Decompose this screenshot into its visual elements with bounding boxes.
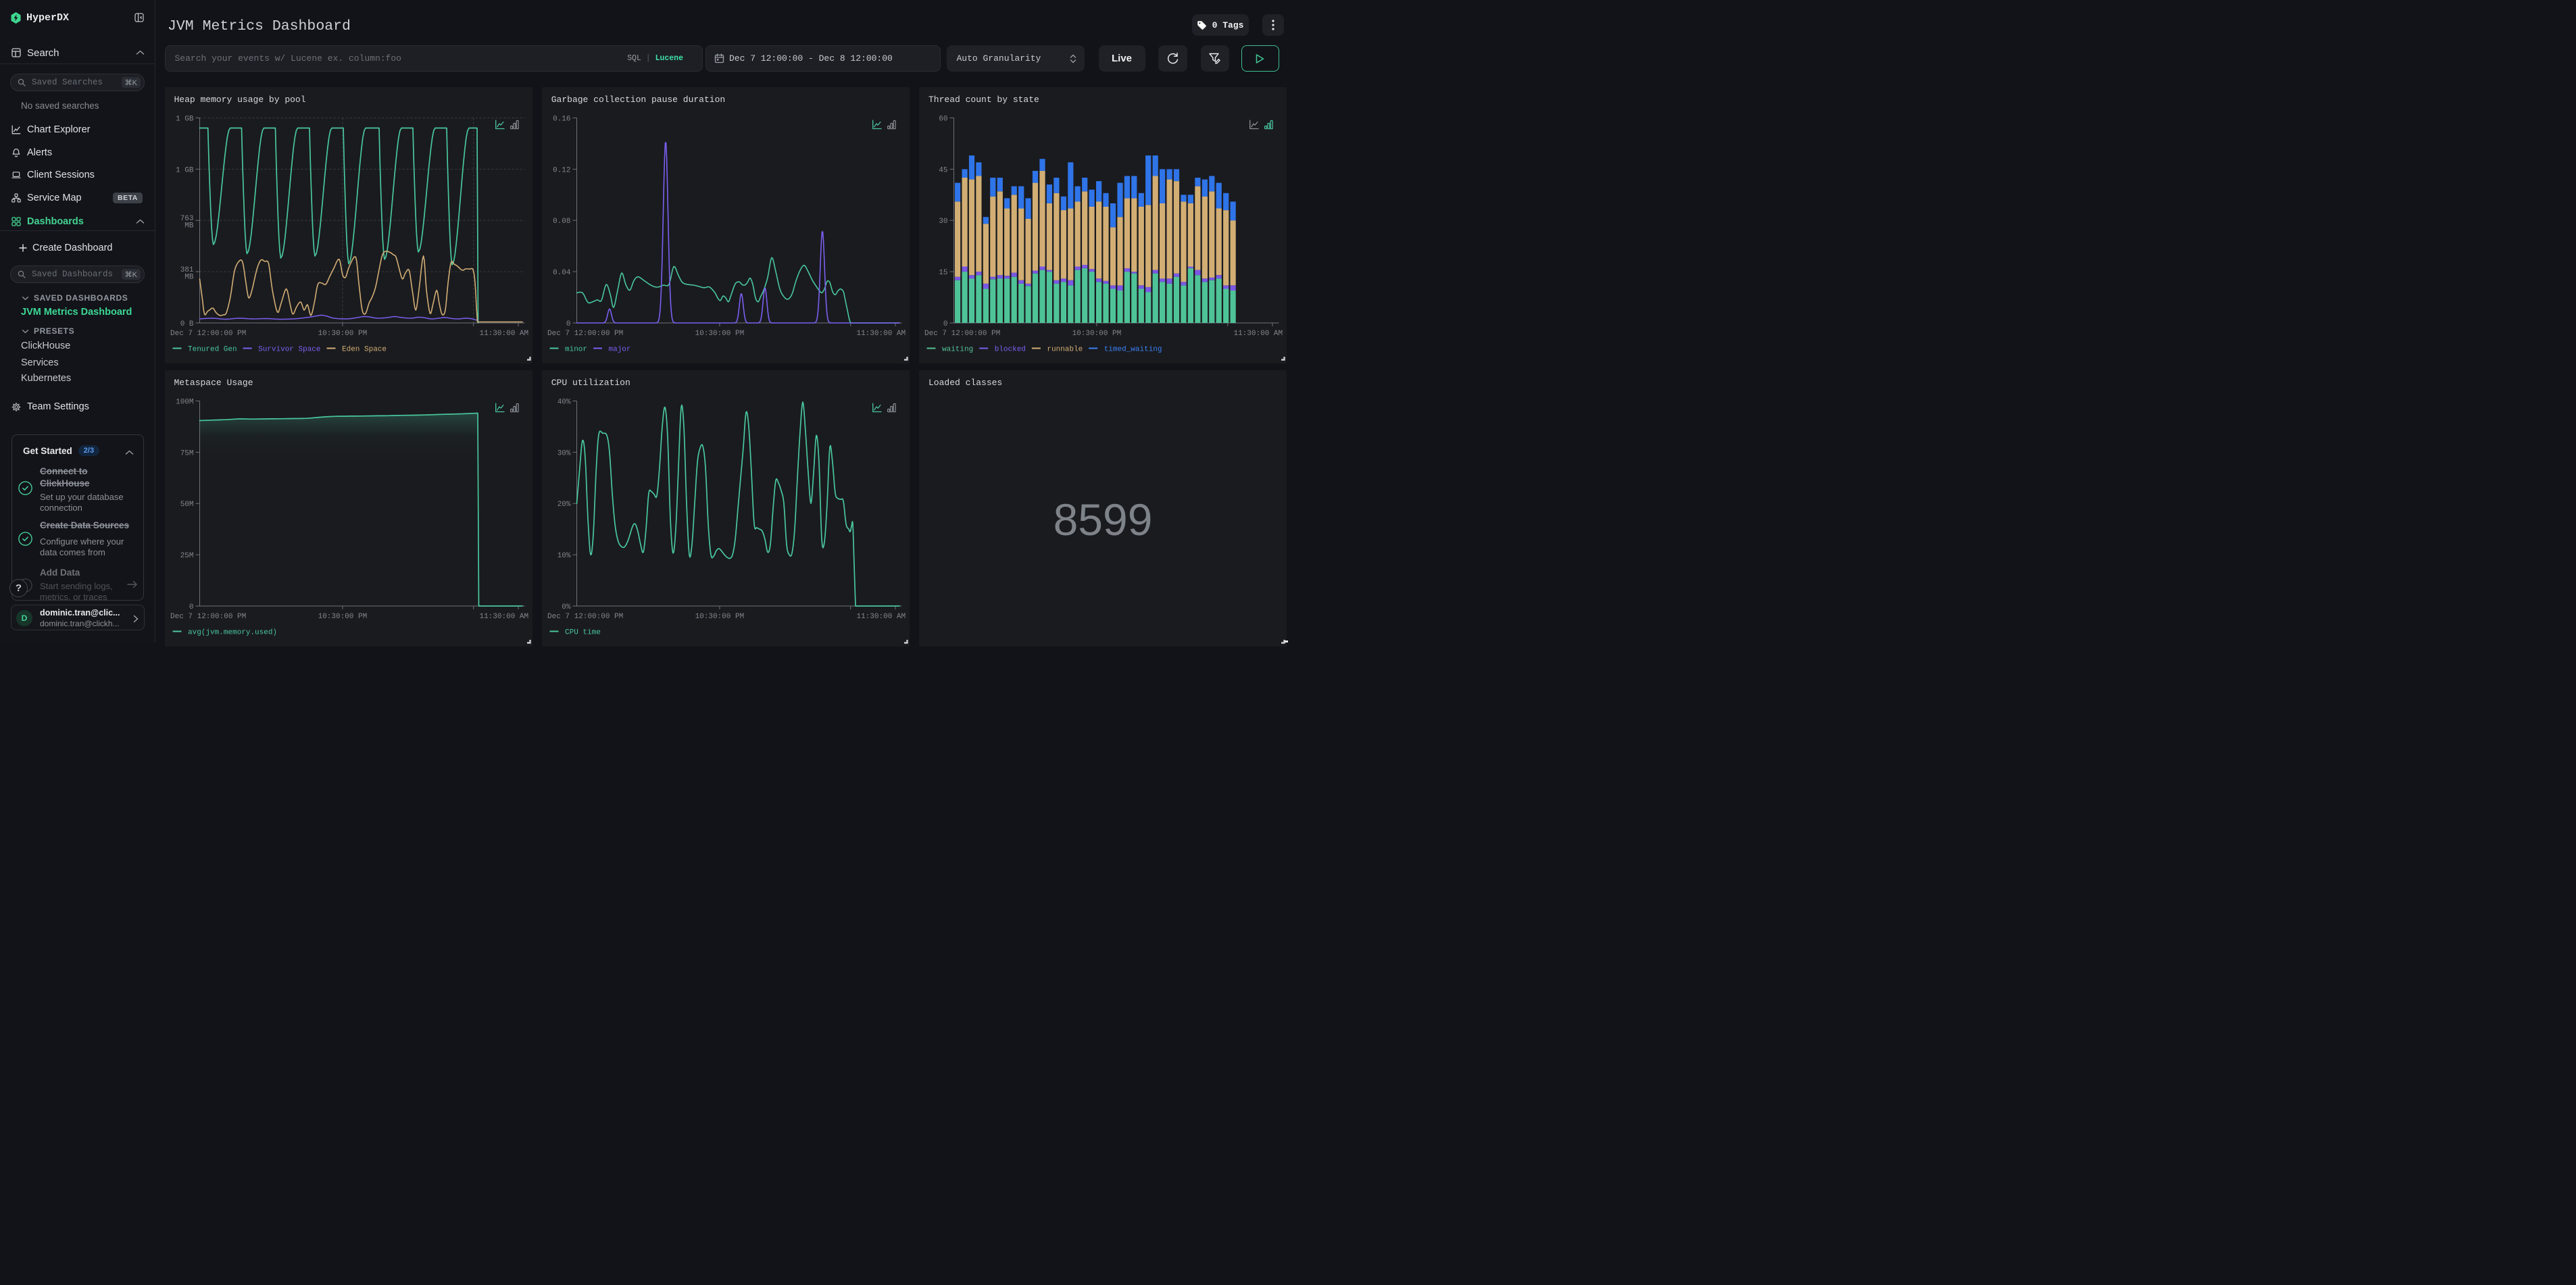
- svg-text:avg(jvm.memory.used): avg(jvm.memory.used): [188, 628, 277, 636]
- svg-text:11:30:00 AM: 11:30:00 AM: [1233, 330, 1283, 338]
- svg-text:10:30:00 PM: 10:30:00 PM: [1072, 330, 1122, 338]
- svg-text:25M: 25M: [180, 552, 193, 560]
- svg-text:runnable: runnable: [1047, 345, 1083, 353]
- svg-text:minor: minor: [565, 345, 587, 353]
- svg-text:blocked: blocked: [995, 345, 1026, 353]
- svg-text:Survivor Space: Survivor Space: [258, 345, 320, 353]
- svg-text:11:30:00 AM: 11:30:00 AM: [479, 330, 528, 338]
- svg-text:major: major: [608, 345, 630, 353]
- svg-text:Dec 7 12:00:00 PM: Dec 7 12:00:00 PM: [170, 330, 246, 338]
- svg-text:MB: MB: [184, 222, 194, 230]
- svg-text:40%: 40%: [557, 398, 570, 406]
- svg-text:75M: 75M: [180, 449, 193, 457]
- svg-text:10:30:00 PM: 10:30:00 PM: [695, 330, 744, 338]
- svg-text:1 GB: 1 GB: [176, 115, 194, 123]
- svg-text:0.12: 0.12: [553, 166, 570, 174]
- svg-text:15: 15: [939, 269, 947, 277]
- svg-text:1 GB: 1 GB: [176, 166, 194, 174]
- svg-text:45: 45: [939, 166, 947, 174]
- svg-text:0: 0: [943, 320, 948, 328]
- svg-text:0: 0: [566, 320, 571, 328]
- svg-text:100M: 100M: [176, 398, 193, 406]
- svg-text:Dec 7 12:00:00 PM: Dec 7 12:00:00 PM: [924, 330, 1000, 338]
- svg-text:MB: MB: [184, 273, 194, 281]
- svg-text:CPU time: CPU time: [565, 628, 601, 636]
- svg-text:waiting: waiting: [942, 345, 973, 353]
- svg-text:50M: 50M: [180, 501, 193, 509]
- svg-text:20%: 20%: [557, 501, 570, 509]
- svg-text:30%: 30%: [557, 449, 570, 457]
- svg-text:60: 60: [939, 115, 947, 123]
- svg-text:Dec 7 12:00:00 PM: Dec 7 12:00:00 PM: [547, 330, 623, 338]
- svg-text:0 B: 0 B: [180, 320, 193, 328]
- svg-text:11:30:00 AM: 11:30:00 AM: [856, 330, 906, 338]
- svg-text:10:30:00 PM: 10:30:00 PM: [318, 330, 367, 338]
- svg-text:11:30:00 AM: 11:30:00 AM: [856, 613, 906, 621]
- svg-text:10:30:00 PM: 10:30:00 PM: [695, 613, 744, 621]
- svg-text:10:30:00 PM: 10:30:00 PM: [318, 613, 367, 621]
- svg-text:Eden Space: Eden Space: [342, 345, 387, 353]
- svg-text:Dec 7 12:00:00 PM: Dec 7 12:00:00 PM: [170, 613, 246, 621]
- svg-text:0.04: 0.04: [553, 269, 571, 277]
- svg-text:0.08: 0.08: [553, 218, 570, 226]
- svg-text:timed_waiting: timed_waiting: [1104, 345, 1162, 353]
- svg-text:30: 30: [939, 218, 947, 226]
- svg-text:Tenured Gen: Tenured Gen: [188, 345, 237, 353]
- svg-text:11:30:00 AM: 11:30:00 AM: [479, 613, 528, 621]
- svg-text:0%: 0%: [562, 603, 571, 611]
- svg-text:Dec 7 12:00:00 PM: Dec 7 12:00:00 PM: [547, 613, 623, 621]
- svg-text:10%: 10%: [557, 552, 570, 560]
- svg-text:0: 0: [189, 603, 193, 611]
- svg-text:0.16: 0.16: [553, 115, 570, 123]
